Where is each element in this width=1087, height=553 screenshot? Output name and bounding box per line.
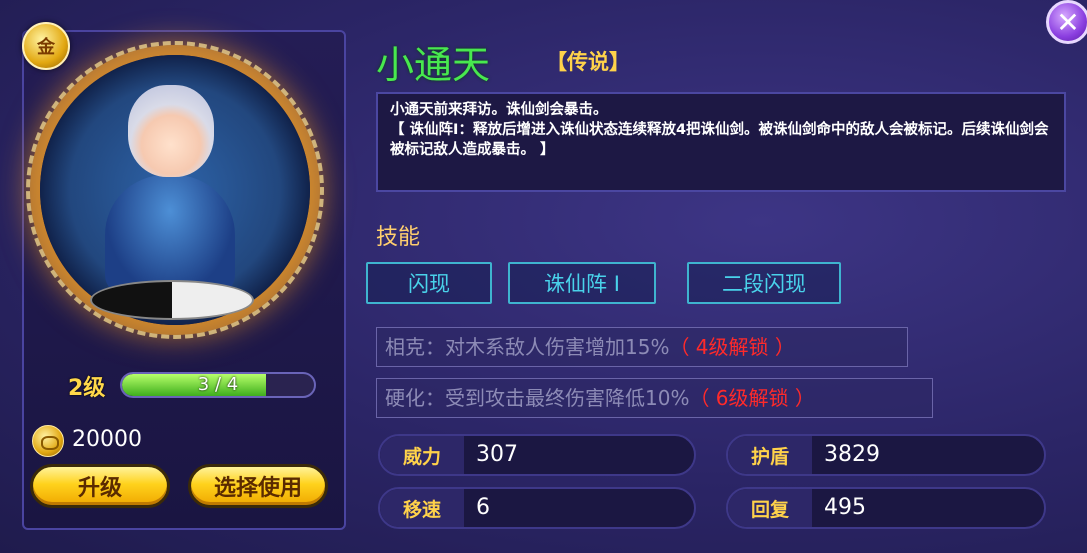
- level-row: 2级 3 / 4: [68, 370, 320, 401]
- upgrade-button[interactable]: 升级: [30, 464, 170, 508]
- exp-text: 3 / 4: [197, 374, 239, 395]
- stat-label: 回复: [728, 489, 812, 527]
- description-box: 小通天前来拜访。诛仙剑会暴击。 【 诛仙阵Ⅰ：释放后增进入诛仙状态连续释放4把诛…: [376, 92, 1066, 192]
- trait-lock: （ 4级解锁 ）: [669, 335, 795, 359]
- gold-rank-icon: 金: [22, 22, 70, 70]
- description-line: 小通天前来拜访。诛仙剑会暴击。: [390, 102, 608, 118]
- coin-icon: [32, 425, 64, 457]
- hero-name: 小通天: [376, 43, 491, 87]
- trait-row: 硬化：受到攻击最终伤害降低10%（ 6级解锁 ）: [376, 378, 933, 418]
- skill-button-flash[interactable]: 闪现: [366, 262, 492, 304]
- hero-figure-body: [105, 175, 235, 295]
- stat-value: 6: [476, 495, 490, 520]
- stat-shield: 护盾 3829: [726, 434, 1046, 476]
- stat-value: 307: [476, 442, 518, 467]
- stat-label: 移速: [380, 489, 464, 527]
- close-icon[interactable]: ✕: [1046, 0, 1087, 44]
- stat-speed: 移速 6: [378, 487, 696, 529]
- stat-label: 护盾: [728, 436, 812, 474]
- trait-text: 硬化：受到攻击最终伤害降低10%: [385, 386, 690, 410]
- rarity-label: 【传说】: [546, 50, 630, 74]
- trait-text: 相克：对木系敌人伤害增加15%: [385, 335, 670, 359]
- stat-value: 3829: [824, 442, 880, 467]
- stat-label: 威力: [380, 436, 464, 474]
- trait-lock: （ 6级解锁 ）: [689, 386, 815, 410]
- hero-detail-screen: { "hero": { "name": "小通天", "rarity": "【传…: [0, 0, 1087, 553]
- skill-button-double-flash[interactable]: 二段闪现: [687, 262, 841, 304]
- stat-power: 威力 307: [378, 434, 696, 476]
- description-line: 【 诛仙阵Ⅰ：释放后增进入诛仙状态连续释放4把诛仙剑。被诛仙剑命中的敌人会被标记…: [390, 122, 1049, 158]
- stat-regen: 回复 495: [726, 487, 1046, 529]
- skills-title: 技能: [376, 225, 421, 250]
- trait-row: 相克：对木系敌人伤害增加15%（ 4级解锁 ）: [376, 327, 908, 367]
- select-use-button[interactable]: 选择使用: [188, 464, 328, 508]
- level-label: 2级: [68, 376, 106, 401]
- hero-figure-head: [128, 85, 214, 177]
- yinyang-platform: [90, 280, 254, 320]
- skill-button-zhuxian[interactable]: 诛仙阵 I: [508, 262, 656, 304]
- cost-value: 20000: [72, 427, 142, 452]
- stat-value: 495: [824, 495, 866, 520]
- exp-bar: 3 / 4: [120, 372, 316, 398]
